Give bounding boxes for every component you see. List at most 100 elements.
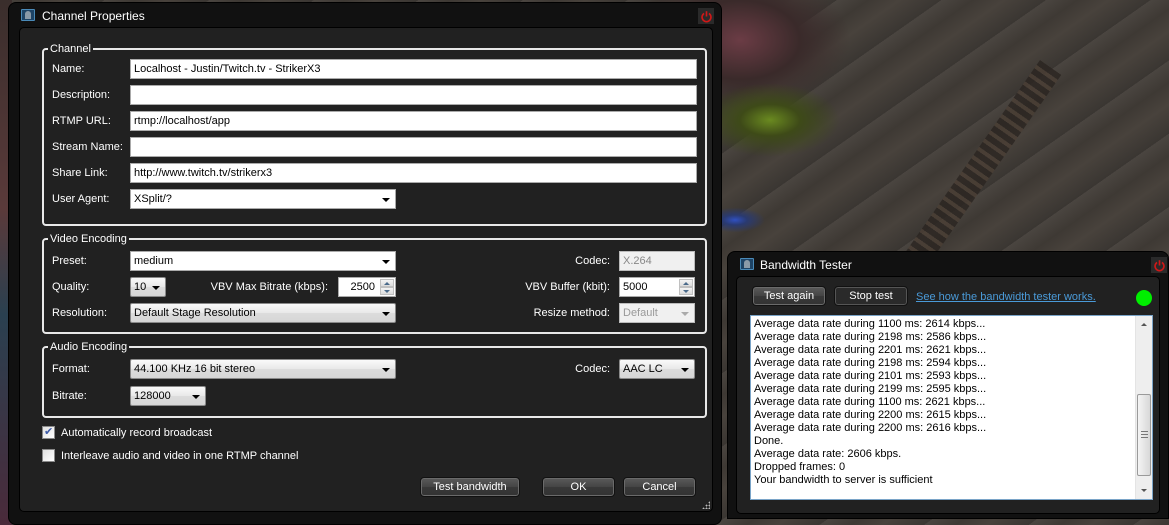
window-title: Channel Properties xyxy=(42,9,145,23)
video-encoding-legend: Video Encoding xyxy=(48,232,129,246)
log-line: Average data rate during 1100 ms: 2621 k… xyxy=(754,396,986,408)
user-agent-label: User Agent: xyxy=(52,193,110,205)
preset-combo[interactable]: medium xyxy=(130,251,396,271)
audio-codec-value: AAC LC xyxy=(623,363,663,375)
preset-label: Preset: xyxy=(52,255,87,267)
test-bandwidth-button[interactable]: Test bandwidth xyxy=(420,477,520,497)
log-lines: Average data rate during 1100 ms: 2614 k… xyxy=(754,318,1132,487)
chevron-down-icon xyxy=(681,368,689,372)
name-label: Name: xyxy=(52,63,85,75)
log-line: Average data rate during 1100 ms: 2614 k… xyxy=(754,318,986,330)
titlebar: Bandwidth Tester xyxy=(728,252,1168,276)
audio-encoding-group: Audio Encoding Format: 44.100 KHz 16 bit… xyxy=(42,340,707,418)
bandwidth-log[interactable]: Average data rate during 1100 ms: 2614 k… xyxy=(750,315,1153,500)
log-line: Average data rate during 2101 ms: 2593 k… xyxy=(754,370,987,382)
rtmp-url-input[interactable]: rtmp://localhost/app xyxy=(130,111,697,131)
spin-down-icon[interactable] xyxy=(380,287,394,295)
bitrate-combo[interactable]: 128000 xyxy=(130,386,206,406)
log-line: Average data rate: 2606 kbps. xyxy=(754,448,902,460)
chevron-down-icon xyxy=(192,395,200,399)
auto-record-option[interactable]: Automatically record broadcast xyxy=(42,425,213,439)
video-codec-field: X.264 xyxy=(619,251,695,271)
help-link[interactable]: See how the bandwidth tester works. xyxy=(916,291,1096,303)
app-icon xyxy=(740,258,754,270)
resolution-combo[interactable]: Default Stage Resolution xyxy=(130,303,396,323)
scroll-up-icon[interactable] xyxy=(1136,316,1152,333)
spin-up-icon[interactable] xyxy=(380,279,394,287)
log-line: Done. xyxy=(754,435,784,447)
audio-codec-combo[interactable]: AAC LC xyxy=(619,359,695,379)
spin-down-icon[interactable] xyxy=(679,287,693,295)
name-input[interactable]: Localhost - Justin/Twitch.tv - StrikerX3 xyxy=(130,59,697,79)
log-line: Your bandwidth to server is sufficient xyxy=(754,474,933,486)
chevron-down-icon xyxy=(681,312,689,316)
scroll-thumb[interactable] xyxy=(1137,394,1151,476)
audio-encoding-legend: Audio Encoding xyxy=(48,340,130,354)
share-link-label: Share Link: xyxy=(52,167,108,179)
video-codec-label: Codec: xyxy=(575,255,610,267)
interleave-option[interactable]: Interleave audio and video in one RTMP c… xyxy=(42,449,298,462)
chevron-down-icon xyxy=(382,198,390,202)
quality-combo[interactable]: 10 xyxy=(130,277,166,297)
video-encoding-group: Video Encoding Preset: medium Codec: X.2… xyxy=(42,232,707,334)
titlebar: Channel Properties xyxy=(9,3,721,27)
description-input[interactable] xyxy=(130,85,697,105)
resize-method-label: Resize method: xyxy=(533,307,610,319)
bitrate-label: Bitrate: xyxy=(52,390,87,402)
spin-up-icon[interactable] xyxy=(679,279,693,287)
resize-grip[interactable] xyxy=(702,501,710,509)
interleave-label: Interleave audio and video in one RTMP c… xyxy=(61,449,299,462)
stop-test-button[interactable]: Stop test xyxy=(834,286,908,306)
user-agent-combo[interactable]: XSplit/? xyxy=(130,189,396,209)
resolution-label: Resolution: xyxy=(52,307,108,319)
log-line: Average data rate during 2200 ms: 2616 k… xyxy=(754,422,987,434)
format-combo[interactable]: 44.100 KHz 16 bit stereo xyxy=(130,359,396,379)
chevron-down-icon xyxy=(382,368,390,372)
quality-value: 10 xyxy=(134,281,147,293)
channel-properties-window: Channel Properties Channel Name: Localho… xyxy=(8,2,722,525)
close-button[interactable] xyxy=(697,7,715,25)
stream-name-label: Stream Name: xyxy=(52,141,123,153)
log-scrollbar[interactable] xyxy=(1135,316,1152,499)
channel-legend: Channel xyxy=(48,42,93,56)
bitrate-value: 128000 xyxy=(134,390,171,402)
audio-codec-label: Codec: xyxy=(575,363,610,375)
power-icon xyxy=(1153,259,1165,271)
resize-method-combo: Default xyxy=(619,303,695,323)
app-icon xyxy=(21,9,35,21)
test-again-button[interactable]: Test again xyxy=(752,286,826,306)
status-indicator xyxy=(1136,290,1152,306)
share-link-input[interactable]: http://www.twitch.tv/strikerx3 xyxy=(130,163,697,183)
quality-label: Quality: xyxy=(52,281,90,293)
preset-value: medium xyxy=(134,255,174,267)
log-line: Dropped frames: 0 xyxy=(754,461,846,473)
user-agent-value: XSplit/? xyxy=(134,193,172,205)
channel-group: Channel Name: Localhost - Justin/Twitch.… xyxy=(42,42,707,226)
stream-name-input[interactable] xyxy=(130,137,697,157)
bandwidth-body: Test again Stop test See how the bandwid… xyxy=(736,276,1160,514)
window-title: Bandwidth Tester xyxy=(760,258,852,272)
log-line: Average data rate during 2200 ms: 2615 k… xyxy=(754,409,987,421)
chevron-down-icon xyxy=(382,260,390,264)
auto-record-checkbox[interactable] xyxy=(42,425,55,439)
resolution-value: Default Stage Resolution xyxy=(134,307,256,319)
scroll-down-icon[interactable] xyxy=(1136,482,1152,499)
power-icon xyxy=(700,10,712,22)
vbv-max-bitrate-value: 2500 xyxy=(350,281,375,293)
close-button[interactable] xyxy=(1150,256,1168,274)
vbv-buffer-spinner[interactable]: 5000 xyxy=(619,277,695,297)
cancel-button[interactable]: Cancel xyxy=(623,477,696,497)
log-line: Average data rate during 2198 ms: 2594 k… xyxy=(754,357,987,369)
log-line: Average data rate during 2198 ms: 2586 k… xyxy=(754,331,987,343)
resize-method-value: Default xyxy=(623,307,658,319)
description-label: Description: xyxy=(52,89,111,101)
vbv-buffer-value: 5000 xyxy=(623,281,648,293)
vbv-max-bitrate-spinner[interactable]: 2500 xyxy=(338,277,396,297)
auto-record-label: Automatically record broadcast xyxy=(61,426,213,439)
log-line: Average data rate during 2199 ms: 2595 k… xyxy=(754,383,987,395)
interleave-checkbox[interactable] xyxy=(42,449,55,462)
ok-button[interactable]: OK xyxy=(542,477,615,497)
dialog-body: Channel Name: Localhost - Justin/Twitch.… xyxy=(19,27,713,512)
vbv-max-bitrate-label: VBV Max Bitrate (kbps): xyxy=(210,281,328,293)
bandwidth-tester-window: Bandwidth Tester Test again Stop test Se… xyxy=(727,251,1169,519)
